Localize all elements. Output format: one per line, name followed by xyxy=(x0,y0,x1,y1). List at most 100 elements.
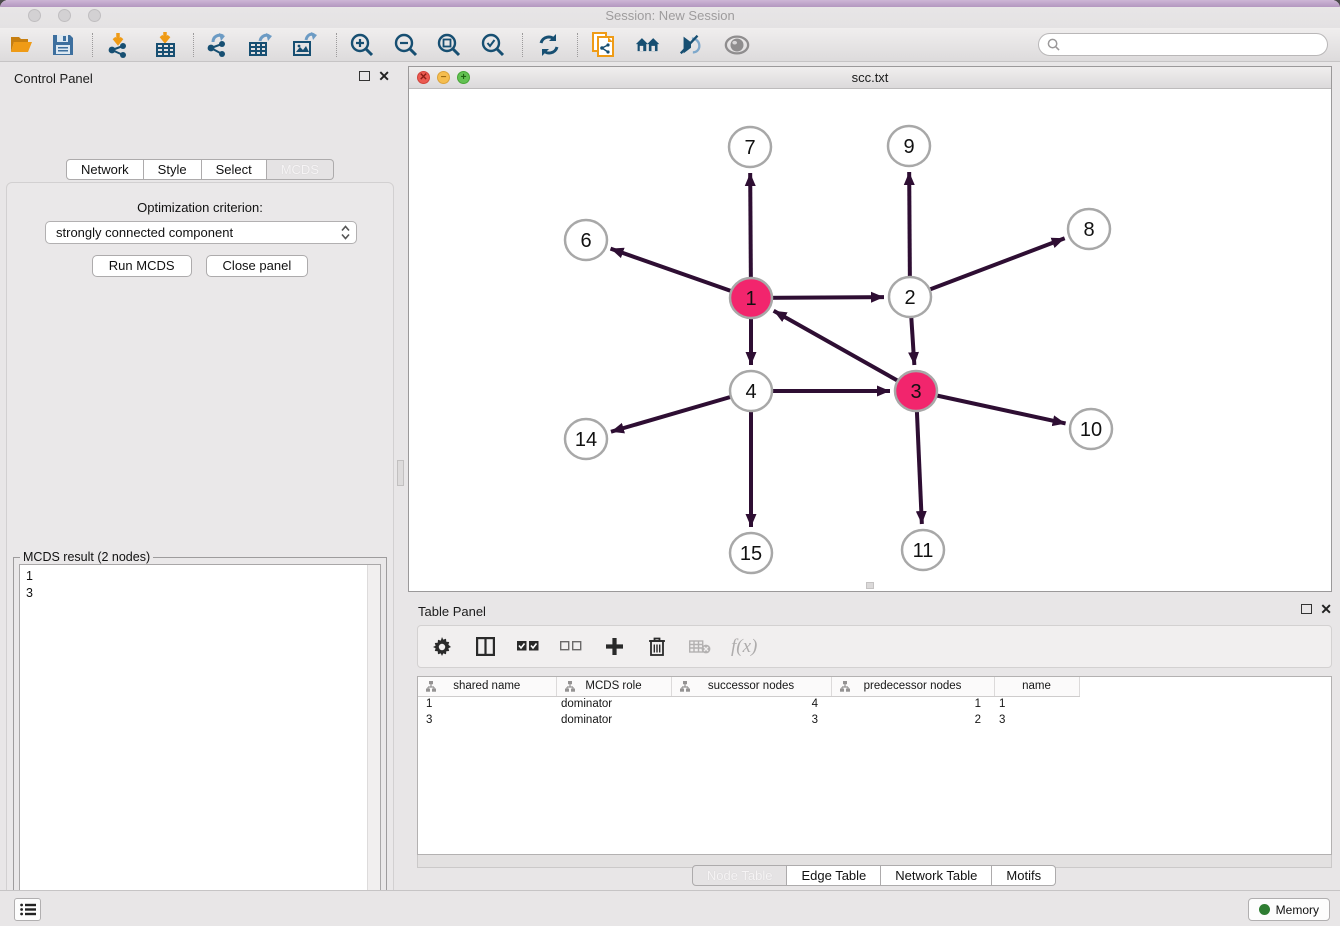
zoom-out-icon[interactable] xyxy=(393,32,419,58)
close-panel-button[interactable]: Close panel xyxy=(206,255,309,277)
optimization-criterion-label: Optimization criterion: xyxy=(7,200,393,215)
run-mcds-button[interactable]: Run MCDS xyxy=(92,255,192,277)
task-history-button[interactable] xyxy=(14,898,41,921)
control-panel-title: Control Panel xyxy=(14,71,93,86)
home-icon[interactable] xyxy=(635,32,661,58)
main-toolbar xyxy=(0,28,1340,62)
table-tab-network-table[interactable]: Network Table xyxy=(881,865,992,886)
graph-node-label-1: 1 xyxy=(745,288,756,310)
table-cell[interactable]: 3 xyxy=(994,712,1079,728)
column-header-shared-name[interactable]: shared name xyxy=(418,677,556,696)
column-header-MCDS-role[interactable]: MCDS role xyxy=(556,677,671,696)
graph-node-label-6: 6 xyxy=(580,230,591,252)
table-toolbar: f(x) xyxy=(417,625,1332,668)
network-canvas[interactable]: 7968124314101511 xyxy=(409,89,1331,591)
tab-network[interactable]: Network xyxy=(66,159,144,180)
search-icon xyxy=(1047,38,1060,51)
add-column-icon[interactable] xyxy=(602,635,626,659)
table-row-1[interactable]: 1dominator411 xyxy=(418,696,1332,712)
network-view-window: ✕ − + scc.txt 7968124314101511 xyxy=(408,66,1332,592)
table-tabs: Node TableEdge TableNetwork TableMotifs xyxy=(408,865,1340,886)
export-network-icon[interactable] xyxy=(205,32,231,58)
table-cell[interactable]: 4 xyxy=(671,696,831,712)
import-network-icon[interactable] xyxy=(106,32,132,58)
graph-node-label-15: 15 xyxy=(740,543,762,565)
delete-column-icon[interactable] xyxy=(645,635,669,659)
mcds-result-title: MCDS result (2 nodes) xyxy=(20,550,153,564)
window-title: Session: New Session xyxy=(0,8,1340,23)
graph-node-label-11: 11 xyxy=(913,540,934,562)
float-table-panel-icon[interactable] xyxy=(1301,604,1312,614)
titlebar-accent-strip xyxy=(0,0,1340,7)
zoom-selected-icon[interactable] xyxy=(480,32,506,58)
column-chooser-icon[interactable] xyxy=(473,635,497,659)
optimization-criterion-select[interactable]: strongly connected component xyxy=(45,221,357,244)
deselect-all-icon[interactable] xyxy=(559,635,583,659)
table-cell[interactable]: dominator xyxy=(556,712,671,728)
table-cell[interactable]: 1 xyxy=(994,696,1079,712)
mcds-result-values: 1 3 xyxy=(26,569,33,600)
graph-edge-2-8[interactable] xyxy=(910,238,1065,297)
graph-edge-3-10[interactable] xyxy=(916,391,1066,423)
canvas-resize-handle[interactable] xyxy=(866,582,874,589)
column-header-predecessor-nodes[interactable]: predecessor nodes xyxy=(831,677,994,696)
tab-mcds[interactable]: MCDS xyxy=(267,159,334,180)
zoom-in-icon[interactable] xyxy=(349,32,375,58)
node-table[interactable]: shared nameMCDS rolesuccessor nodesprede… xyxy=(417,676,1332,855)
mcds-result-group: MCDS result (2 nodes) 1 3 xyxy=(13,557,387,926)
optimization-criterion-value: strongly connected component xyxy=(56,225,233,240)
table-tab-node-table[interactable]: Node Table xyxy=(692,865,788,886)
result-scrollbar[interactable] xyxy=(367,565,380,926)
close-panel-icon[interactable]: ✕ xyxy=(378,70,390,82)
graph-node-label-4: 4 xyxy=(745,381,756,403)
select-stepper-icon xyxy=(341,225,350,240)
delete-table-icon xyxy=(688,635,712,659)
export-image-icon[interactable] xyxy=(292,32,318,58)
apply-layout-icon[interactable] xyxy=(536,32,562,58)
table-row-2[interactable]: 3dominator323 xyxy=(418,712,1332,728)
memory-status-icon xyxy=(1259,904,1270,915)
column-header-name[interactable]: name xyxy=(994,677,1079,696)
select-all-icon[interactable] xyxy=(516,635,540,659)
show-panel-icon[interactable] xyxy=(724,32,750,58)
table-tab-motifs[interactable]: Motifs xyxy=(992,865,1056,886)
network-view-title: scc.txt xyxy=(409,70,1331,85)
save-session-icon[interactable] xyxy=(50,32,76,58)
panel-splitter-handle[interactable] xyxy=(397,460,404,486)
graph-node-label-10: 10 xyxy=(1080,419,1102,441)
task-list-icon xyxy=(20,903,36,916)
graph-edge-1-6[interactable] xyxy=(611,249,751,298)
import-table-icon[interactable] xyxy=(153,32,179,58)
tab-style[interactable]: Style xyxy=(144,159,202,180)
mcds-panel: Optimization criterion: strongly connect… xyxy=(6,182,394,926)
zoom-fit-icon[interactable] xyxy=(436,32,462,58)
settings-gear-icon[interactable] xyxy=(430,635,454,659)
table-panel: Table Panel ✕ xyxy=(408,595,1340,890)
column-header-successor-nodes[interactable]: successor nodes xyxy=(671,677,831,696)
table-cell[interactable]: 3 xyxy=(671,712,831,728)
tab-select[interactable]: Select xyxy=(202,159,267,180)
graph-edge-3-1[interactable] xyxy=(774,311,916,391)
mcds-result-list[interactable]: 1 3 xyxy=(19,564,381,926)
export-table-icon[interactable] xyxy=(248,32,274,58)
table-cell[interactable]: 2 xyxy=(831,712,994,728)
network-window-titlebar[interactable]: ✕ − + scc.txt xyxy=(409,67,1331,89)
table-cell[interactable]: 1 xyxy=(831,696,994,712)
control-panel: Control Panel ✕ NetworkStyleSelectMCDS O… xyxy=(0,62,400,890)
control-panel-tabs: NetworkStyleSelectMCDS xyxy=(0,159,400,180)
memory-button[interactable]: Memory xyxy=(1248,898,1330,921)
float-panel-icon[interactable] xyxy=(359,71,370,81)
close-table-panel-icon[interactable]: ✕ xyxy=(1320,603,1332,615)
table-cell[interactable]: 1 xyxy=(418,696,556,712)
graph-node-label-9: 9 xyxy=(903,136,914,158)
column-header-empty xyxy=(1079,677,1332,696)
search-field[interactable] xyxy=(1038,33,1328,56)
function-builder-icon: f(x) xyxy=(731,636,757,658)
search-input[interactable] xyxy=(1065,38,1319,52)
table-tab-edge-table[interactable]: Edge Table xyxy=(787,865,881,886)
table-cell[interactable]: 3 xyxy=(418,712,556,728)
new-network-icon[interactable] xyxy=(591,32,617,58)
table-cell[interactable]: dominator xyxy=(556,696,671,712)
hide-panel-icon[interactable] xyxy=(678,32,704,58)
open-session-icon[interactable] xyxy=(9,32,35,58)
